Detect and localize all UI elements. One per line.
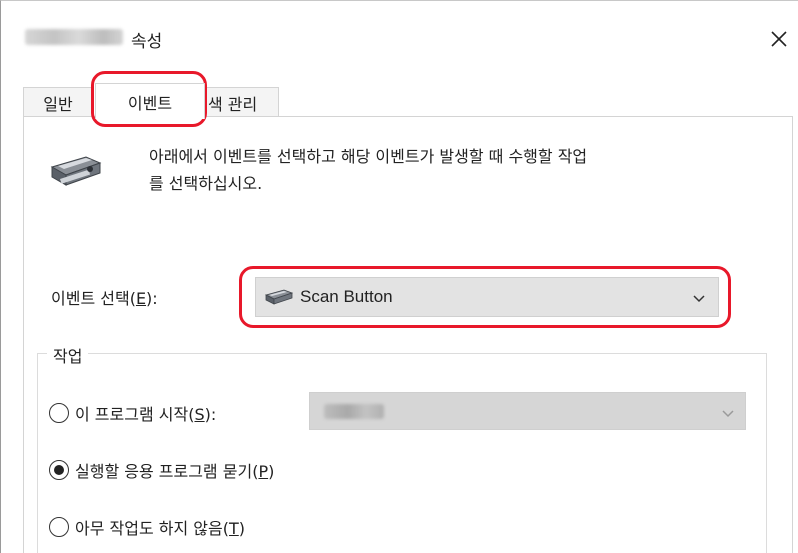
radio-ask-application-circle[interactable] bbox=[49, 460, 69, 480]
chevron-down-icon bbox=[692, 290, 706, 309]
radio-start-program-label: 이 프로그램 시작(S): bbox=[75, 405, 217, 424]
description-line-1: 아래에서 이벤트를 선택하고 해당 이벤트가 발생할 때 수행할 작업 bbox=[149, 147, 588, 166]
radio-take-no-action-circle[interactable] bbox=[49, 517, 69, 537]
program-name-redacted bbox=[324, 404, 384, 419]
radio-start-program[interactable]: 이 프로그램 시작(S): bbox=[49, 401, 216, 425]
radio-start-program-circle[interactable] bbox=[49, 403, 69, 423]
radio-ask-application-label: 실행할 응용 프로그램 묻기(P) bbox=[75, 462, 275, 481]
description-line-2: 를 선택하십시오. bbox=[149, 174, 263, 193]
tab-color-management[interactable]: 색 관리 bbox=[201, 87, 279, 117]
device-name-redacted bbox=[25, 29, 123, 45]
radio-ask-application[interactable]: 실행할 응용 프로그램 묻기(P) bbox=[49, 458, 274, 482]
actions-group-label: 작업 bbox=[47, 343, 89, 367]
tab-events[interactable]: 이벤트 bbox=[95, 83, 205, 119]
radio-start-program-text: 이 프로그램 시작 bbox=[75, 405, 189, 424]
properties-dialog: 속성 일반 이벤트 색 관리 아래에서 이벤트를 선택하고 해당 이벤트가 발생… bbox=[0, 0, 798, 553]
event-select-value: Scan Button bbox=[300, 287, 393, 306]
event-select-label-text: 이벤트 선택 bbox=[51, 289, 130, 308]
event-select-dropdown[interactable]: Scan Button bbox=[255, 277, 719, 317]
close-icon bbox=[771, 31, 787, 47]
scanner-icon bbox=[46, 149, 106, 197]
radio-ask-application-text: 실행할 응용 프로그램 묻기 bbox=[75, 462, 253, 481]
radio-selected-dot bbox=[54, 465, 64, 475]
radio-take-no-action-text: 아무 작업도 하지 않음 bbox=[75, 519, 223, 538]
radio-start-program-mnemonic: S bbox=[194, 405, 205, 424]
event-select-label: 이벤트 선택(E): bbox=[51, 289, 158, 308]
radio-take-no-action-label: 아무 작업도 하지 않음(T) bbox=[75, 519, 246, 538]
event-select-mnemonic: E bbox=[135, 289, 147, 308]
tab-general[interactable]: 일반 bbox=[23, 87, 93, 117]
description-text: 아래에서 이벤트를 선택하고 해당 이벤트가 발생할 때 수행할 작업 를 선택… bbox=[149, 143, 779, 197]
window-title: 속성 bbox=[131, 32, 163, 52]
radio-take-no-action[interactable]: 아무 작업도 하지 않음(T) bbox=[49, 515, 245, 539]
title-bar: 속성 bbox=[1, 1, 798, 63]
radio-take-no-action-mnemonic: T bbox=[229, 519, 239, 538]
scanner-small-icon bbox=[264, 287, 294, 307]
radio-ask-application-mnemonic: P bbox=[258, 462, 269, 481]
chevron-down-icon bbox=[721, 405, 735, 424]
program-select-dropdown[interactable] bbox=[309, 392, 746, 430]
close-button[interactable] bbox=[761, 21, 797, 57]
